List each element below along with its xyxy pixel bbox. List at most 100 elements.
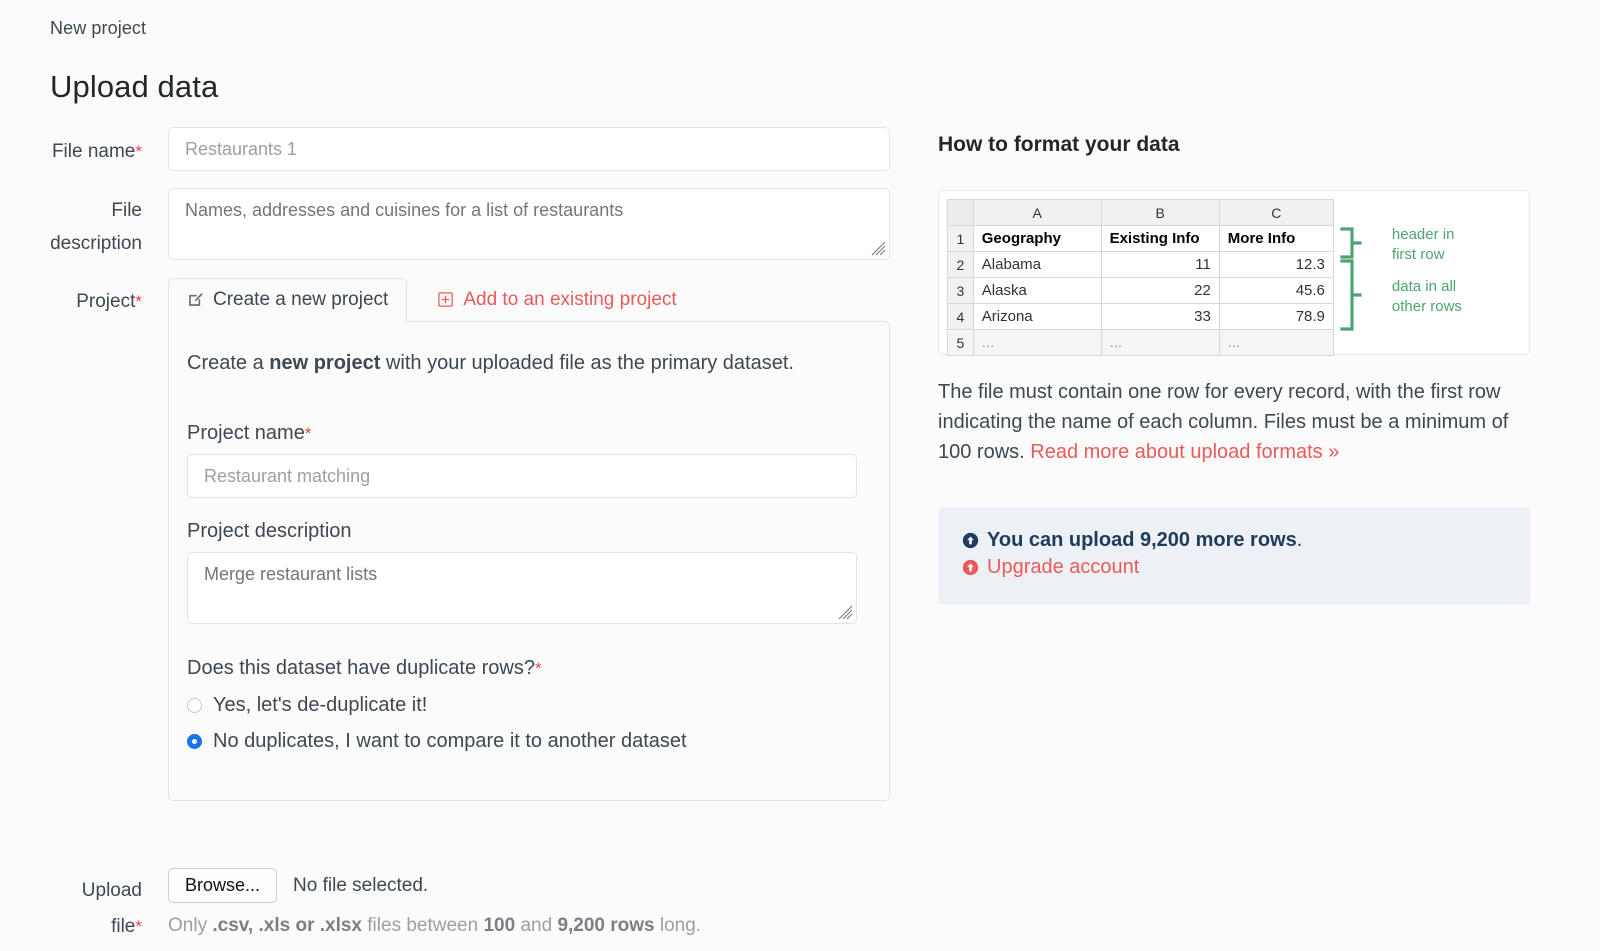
duplicate-rows-question-text: Does this dataset have duplicate rows? bbox=[187, 657, 535, 679]
spreadsheet-cell: Existing Info bbox=[1100, 225, 1220, 252]
format-paragraph: The file must contain one row for every … bbox=[938, 377, 1538, 467]
upload-file-label-line2-text: file bbox=[111, 916, 136, 937]
page-columns: File name* File description bbox=[0, 127, 1600, 945]
table-row: 3 Alaska 22 45.6 bbox=[947, 277, 1334, 304]
upgrade-account-link[interactable]: Upgrade account bbox=[962, 556, 1506, 579]
spreadsheet-row-num: 5 bbox=[947, 329, 974, 356]
quota-rows-remaining-suffix: . bbox=[1296, 529, 1303, 551]
no-file-selected-text: No file selected. bbox=[293, 874, 429, 896]
annotation-header-line2: first row bbox=[1391, 246, 1445, 263]
breadcrumb: New project bbox=[50, 18, 147, 38]
quota-box: You can upload 9,200 more rows. Upgrade … bbox=[938, 507, 1530, 605]
file-description-label: File description bbox=[0, 188, 168, 260]
spreadsheet-annotations: header in first row data in all other ro… bbox=[1336, 199, 1521, 346]
spreadsheet-column-header-row: A B C bbox=[947, 199, 1334, 226]
quota-rows-remaining-text: You can upload 9,200 more rows. bbox=[987, 529, 1302, 552]
upload-hint-3: and bbox=[515, 915, 558, 936]
file-name-row: File name* bbox=[0, 127, 915, 171]
spreadsheet-col-a: A bbox=[972, 199, 1102, 226]
create-project-panel: Create a new project with your uploaded … bbox=[168, 321, 890, 801]
file-description-field-wrap bbox=[168, 188, 915, 260]
panel-lead-text: Create a new project with your uploaded … bbox=[187, 348, 827, 378]
spreadsheet-cell: Alabama bbox=[972, 251, 1102, 278]
upload-data-page: New project Upload data File name* File … bbox=[0, 0, 1600, 951]
radio-option-deduplicate[interactable]: Yes, let's de-duplicate it! bbox=[187, 694, 859, 717]
tab-create-new-project-label: Create a new project bbox=[213, 289, 389, 310]
plus-square-icon bbox=[438, 292, 454, 307]
tab-add-existing-project-label: Add to an existing project bbox=[463, 289, 677, 310]
radio-option-no-duplicates[interactable]: No duplicates, I want to compare it to a… bbox=[187, 730, 859, 753]
table-row: 5 ... ... ... bbox=[947, 329, 1334, 356]
spreadsheet-corner-cell bbox=[947, 199, 974, 226]
required-asterisk: * bbox=[534, 659, 542, 678]
project-name-label-text: Project name bbox=[187, 422, 305, 444]
project-tabstrip: Create a new project Add to an existing … bbox=[168, 277, 890, 322]
help-title: How to format your data bbox=[938, 133, 1180, 156]
tab-add-existing-project[interactable]: Add to an existing project bbox=[407, 279, 694, 321]
upload-file-label-line2: file* bbox=[0, 909, 142, 945]
panel-lead-bold: new project bbox=[269, 352, 381, 374]
spreadsheet-cell: Geography bbox=[972, 225, 1102, 252]
project-name-input[interactable] bbox=[187, 454, 857, 498]
spreadsheet-cell: ... bbox=[972, 329, 1102, 356]
table-row: 2 Alabama 11 12.3 bbox=[947, 251, 1334, 278]
spreadsheet-row-num: 1 bbox=[947, 225, 974, 252]
annotation-brackets-icon bbox=[1340, 227, 1362, 331]
spreadsheet-cell: 45.6 bbox=[1218, 277, 1334, 304]
required-asterisk: * bbox=[135, 292, 142, 311]
tab-create-new-project[interactable]: Create a new project bbox=[168, 278, 408, 322]
project-tabs-block: Create a new project Add to an existing … bbox=[168, 277, 915, 801]
spreadsheet-cell: Alaska bbox=[972, 277, 1102, 304]
radio-circle-checked-icon[interactable] bbox=[187, 734, 202, 749]
browse-button[interactable]: Browse... bbox=[168, 868, 278, 903]
upload-hint-4: long. bbox=[654, 915, 702, 936]
file-description-label-line2: description bbox=[50, 233, 142, 254]
annotation-data: data in all other rows bbox=[1392, 277, 1462, 317]
project-row: Project* Create a new project Add to an … bbox=[0, 277, 915, 801]
project-description-holder bbox=[187, 552, 857, 624]
project-description-group: Project description bbox=[187, 520, 857, 624]
project-name-group: Project name* bbox=[187, 422, 857, 498]
page-title: Upload data bbox=[50, 69, 219, 104]
upload-file-row: Upload file* Browse... No file selected.… bbox=[0, 859, 915, 945]
project-name-label: Project name* bbox=[187, 422, 857, 445]
spreadsheet-cell: 11 bbox=[1100, 251, 1220, 278]
spreadsheet-col-b: B bbox=[1100, 199, 1220, 226]
upgrade-account-label: Upgrade account bbox=[987, 556, 1140, 578]
read-more-formats-link[interactable]: Read more about upload formats » bbox=[1030, 441, 1339, 463]
upload-hint-1: Only bbox=[168, 915, 213, 936]
file-name-field-wrap bbox=[168, 127, 915, 171]
project-description-label: Project description bbox=[187, 520, 352, 542]
upload-file-field: Browse... No file selected. Only .csv, .… bbox=[168, 859, 701, 937]
spreadsheet-cell: 33 bbox=[1100, 303, 1220, 330]
spreadsheet-example: A B C 1 Geography Existing Info More Inf… bbox=[938, 190, 1530, 356]
required-asterisk: * bbox=[135, 917, 142, 936]
upload-file-label-line1: Upload bbox=[81, 880, 142, 901]
spreadsheet-cell: More Info bbox=[1218, 225, 1334, 252]
spreadsheet-cell: 12.3 bbox=[1218, 251, 1334, 278]
form-column: File name* File description bbox=[0, 127, 915, 945]
arrow-up-circle-icon bbox=[962, 559, 979, 576]
radio-option-deduplicate-label: Yes, let's de-duplicate it! bbox=[213, 694, 428, 716]
file-description-textarea[interactable] bbox=[168, 188, 890, 260]
project-description-textarea[interactable] bbox=[187, 552, 857, 624]
quota-rows-remaining: You can upload 9,200 more rows. bbox=[962, 529, 1506, 552]
upload-hint-min: 100 bbox=[483, 915, 516, 936]
file-name-label-text: File name bbox=[51, 141, 136, 162]
browse-line: Browse... No file selected. bbox=[168, 868, 701, 903]
panel-lead-pre: Create a bbox=[187, 352, 270, 374]
spreadsheet-cell: 78.9 bbox=[1218, 303, 1334, 330]
duplicate-rows-question: Does this dataset have duplicate rows?* bbox=[187, 657, 859, 680]
quota-rows-remaining-bold: You can upload 9,200 more rows bbox=[987, 529, 1297, 551]
file-name-label: File name* bbox=[0, 127, 168, 165]
upload-hint-formats: .csv, .xls or .xlsx bbox=[212, 915, 362, 936]
annotation-header-line1: header in bbox=[1391, 226, 1455, 243]
spreadsheet-cell: 22 bbox=[1100, 277, 1220, 304]
spreadsheet-row-num: 3 bbox=[947, 277, 974, 304]
radio-circle-unchecked-icon[interactable] bbox=[187, 698, 202, 713]
file-name-input[interactable] bbox=[168, 127, 890, 171]
spreadsheet-table: A B C 1 Geography Existing Info More Inf… bbox=[947, 199, 1334, 356]
file-description-holder bbox=[168, 188, 890, 260]
pencil-square-icon bbox=[189, 293, 203, 306]
radio-option-no-duplicates-label: No duplicates, I want to compare it to a… bbox=[213, 730, 687, 752]
